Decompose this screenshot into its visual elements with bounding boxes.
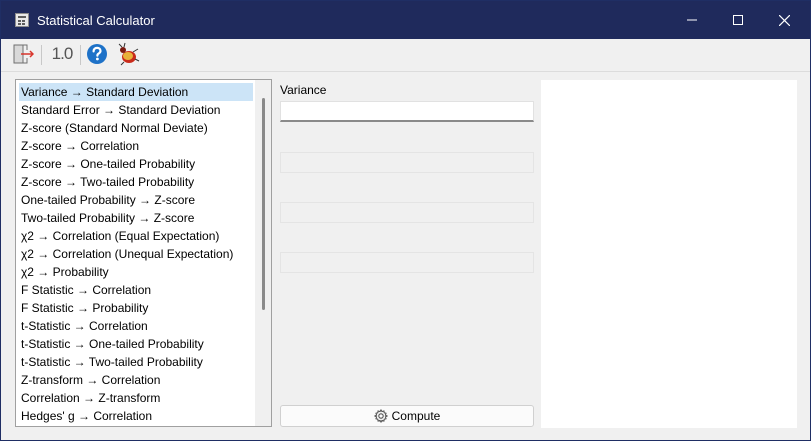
toolbar-separator (80, 45, 81, 65)
list-item[interactable]: Two-tailed Probability → Z-score (19, 209, 253, 227)
list-item[interactable]: χ2 → Probability (19, 263, 253, 281)
app-window: Statistical Calculator 1.0 Variance → St… (0, 0, 811, 441)
output-panel (541, 80, 797, 428)
calculator-icon (15, 13, 29, 27)
list-item[interactable]: χ2 → Correlation (Unequal Expectation) (19, 245, 253, 263)
toolbar-divider (1, 71, 810, 72)
list-item[interactable]: Correlation → Z-transform (19, 389, 253, 407)
close-icon (778, 14, 790, 26)
toolbar-separator (41, 45, 42, 65)
input-field-3[interactable] (280, 202, 534, 223)
maximize-button[interactable] (715, 1, 761, 39)
list-item[interactable]: F Statistic → Correlation (19, 281, 253, 299)
list-item[interactable]: Z-score → One-tailed Probability (19, 155, 253, 173)
bug-report-button[interactable] (116, 42, 140, 66)
list-item[interactable]: t-Statistic → Two-tailed Probability (19, 353, 253, 371)
toolbar: 1.0 (1, 39, 810, 71)
list-item[interactable]: t-Statistic → One-tailed Probability (19, 335, 253, 353)
compute-button[interactable]: Compute (280, 405, 534, 427)
bug-report-icon (118, 42, 140, 66)
conversion-list[interactable]: Variance → Standard Deviation Standard Er… (15, 79, 272, 427)
input-field-2[interactable] (280, 152, 534, 173)
list-item[interactable]: Hedges' g → Correlation (19, 407, 253, 425)
list-item[interactable]: Z-score (Standard Normal Deviate) (19, 119, 253, 137)
minimize-button[interactable] (669, 1, 715, 39)
input-field-4[interactable] (280, 252, 534, 273)
gear-icon (373, 409, 388, 423)
help-icon (87, 44, 107, 64)
input-label-1: Variance (280, 83, 327, 97)
exit-icon (13, 44, 34, 64)
list-scrollbar[interactable] (255, 80, 271, 426)
compute-label: Compute (391, 409, 441, 423)
list-item[interactable]: t-Statistic → Correlation (19, 317, 253, 335)
list-item[interactable]: χ2 → Correlation (Equal Expectation) (19, 227, 253, 245)
help-button[interactable] (85, 42, 109, 66)
list-item[interactable]: Variance → Standard Deviation (19, 83, 253, 101)
list-item[interactable]: Z-transform → Correlation (19, 371, 253, 389)
list-item[interactable]: One-tailed Probability → Z-score (19, 191, 253, 209)
list-item[interactable]: F Statistic → Probability (19, 299, 253, 317)
version-label: 1.0 (51, 44, 74, 63)
variance-input[interactable] (280, 101, 534, 122)
list-item[interactable]: Z-score → Correlation (19, 137, 253, 155)
list-item[interactable]: Z-score → Two-tailed Probability (19, 173, 253, 191)
scrollbar-thumb[interactable] (262, 98, 265, 310)
window-title: Statistical Calculator (37, 13, 155, 28)
list-item[interactable]: Standard Error → Standard Deviation (19, 101, 253, 119)
version-button[interactable]: 1.0 (48, 42, 76, 66)
exit-button[interactable] (11, 42, 35, 66)
minimize-icon (687, 19, 697, 21)
maximize-icon (733, 15, 743, 25)
close-button[interactable] (761, 1, 807, 39)
title-bar[interactable]: Statistical Calculator (1, 1, 810, 39)
